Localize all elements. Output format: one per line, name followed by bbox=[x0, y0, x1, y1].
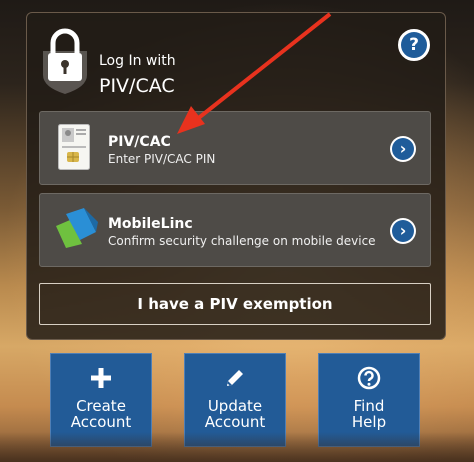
login-subtitle: Log In with bbox=[99, 53, 176, 69]
login-panel: Log In with PIV/CAC ? PIV/CAC Enter PIV/… bbox=[26, 12, 446, 340]
tile-label-line: Create bbox=[76, 397, 126, 415]
tile-label-line: Help bbox=[351, 413, 387, 431]
chevron-glyph: › bbox=[392, 220, 414, 242]
tile-label: Find Help bbox=[319, 398, 419, 430]
tile-label: Create Account bbox=[51, 398, 151, 430]
tile-label: Update Account bbox=[185, 398, 285, 430]
option-subtitle: Confirm security challenge on mobile dev… bbox=[108, 234, 376, 248]
pencil-icon bbox=[227, 370, 243, 386]
chevron-right-icon[interactable]: › bbox=[390, 136, 416, 162]
option-mobilelinc[interactable]: MobileLinc Confirm security challenge on… bbox=[39, 193, 431, 267]
option-piv-cac[interactable]: PIV/CAC Enter PIV/CAC PIN › bbox=[39, 111, 431, 185]
lock-shield-icon bbox=[43, 28, 87, 94]
tile-label-line: Update bbox=[207, 397, 263, 415]
tile-label-line: Find bbox=[353, 397, 385, 415]
tile-label-line: Account bbox=[70, 413, 132, 431]
login-title: PIV/CAC bbox=[99, 75, 175, 97]
chevron-glyph: › bbox=[392, 138, 414, 160]
option-title: MobileLinc bbox=[108, 216, 193, 232]
background-grass bbox=[0, 432, 474, 462]
question-icon: ? bbox=[401, 32, 427, 58]
question-circle-icon bbox=[357, 366, 381, 390]
piv-exemption-button[interactable]: I have a PIV exemption bbox=[39, 283, 431, 325]
chevron-right-icon[interactable]: › bbox=[390, 218, 416, 244]
help-button[interactable]: ? bbox=[398, 29, 430, 61]
option-title: PIV/CAC bbox=[108, 134, 171, 150]
plus-icon bbox=[91, 368, 111, 388]
mobilelinc-icon bbox=[56, 208, 98, 248]
tile-label-line: Account bbox=[204, 413, 266, 431]
smart-card-icon bbox=[58, 124, 90, 170]
option-subtitle: Enter PIV/CAC PIN bbox=[108, 152, 216, 166]
